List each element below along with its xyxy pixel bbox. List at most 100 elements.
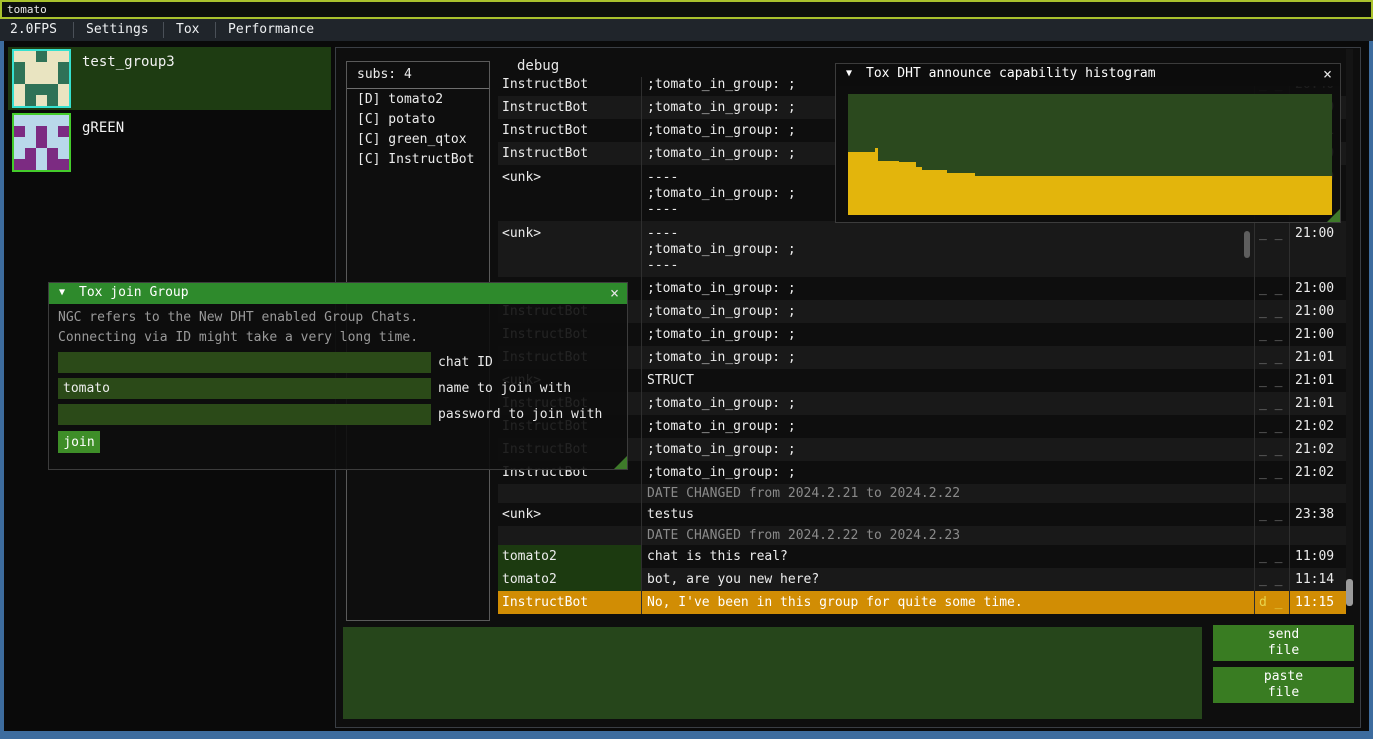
- avatar-pixel: [14, 159, 25, 170]
- histogram-bar: [922, 170, 948, 215]
- avatar-pixel: [47, 84, 58, 95]
- delivery-flags: _ _: [1254, 415, 1289, 438]
- timestamp: 21:01: [1289, 369, 1346, 392]
- join-password-label: password to join with: [438, 407, 602, 422]
- message-text: ;tomato_in_group: ;: [641, 392, 1254, 415]
- avatar-pixel: [25, 95, 36, 106]
- avatar-pixel: [58, 62, 69, 73]
- join-password-input[interactable]: [58, 404, 431, 425]
- close-icon[interactable]: ×: [610, 284, 619, 302]
- timestamp: 21:02: [1289, 438, 1346, 461]
- histogram-bar: [975, 176, 1332, 215]
- delivery-flags: _ _: [1254, 568, 1289, 591]
- join-info-line: Connecting via ID might take a very long…: [58, 330, 418, 345]
- message-cell-scrollbar-thumb[interactable]: [1244, 231, 1250, 258]
- avatar-pixel: [58, 84, 69, 95]
- message-text: DATE CHANGED from 2024.2.22 to 2024.2.23: [641, 526, 1254, 545]
- menu-bar: 2.0FPS Settings Tox Performance: [0, 19, 1373, 41]
- message-text: ;tomato_in_group: ;: [641, 300, 1254, 323]
- menu-item-2-0fps[interactable]: 2.0FPS: [10, 22, 57, 37]
- member-item: [C] potato: [357, 112, 435, 127]
- message-text: DATE CHANGED from 2024.2.21 to 2024.2.22: [641, 484, 1254, 503]
- avatar-pixel: [25, 62, 36, 73]
- close-icon[interactable]: ×: [1323, 65, 1332, 83]
- chat-title: debug: [517, 58, 559, 74]
- app-window: tomato 2.0FPS Settings Tox Performance test…: [0, 0, 1373, 739]
- group-item-test_group3[interactable]: test_group3: [8, 47, 331, 110]
- delivery-flags: _ _: [1254, 461, 1289, 484]
- delivery-flags: _ _: [1254, 300, 1289, 323]
- histogram-bar: [947, 173, 975, 215]
- delivery-flags: _ _: [1254, 221, 1289, 277]
- dht-histogram-titlebar[interactable]: ▼ Tox DHT announce capability histogram …: [836, 64, 1340, 86]
- send-file-button[interactable]: send file: [1213, 625, 1354, 661]
- menu-item-settings[interactable]: Settings: [86, 22, 149, 37]
- window-titlebar[interactable]: tomato: [0, 0, 1373, 19]
- message-row[interactable]: tomato2chat is this real?_ _11:09: [498, 545, 1346, 568]
- message-row[interactable]: tomato2bot, are you new here?_ _11:14: [498, 568, 1346, 591]
- resize-grip[interactable]: [1327, 209, 1340, 222]
- timestamp: 21:02: [1289, 415, 1346, 438]
- avatar-pixel: [36, 148, 47, 159]
- menu-item-performance[interactable]: Performance: [228, 22, 314, 37]
- sender-name: <unk>: [498, 503, 641, 526]
- histogram-bar: [848, 152, 875, 215]
- avatar-pixel: [25, 148, 36, 159]
- delivery-flags: _ _: [1254, 392, 1289, 415]
- avatar-pixel: [47, 95, 58, 106]
- collapse-icon[interactable]: ▼: [846, 68, 852, 79]
- delivery-flags: _ _: [1254, 369, 1289, 392]
- avatar-pixel: [36, 115, 47, 126]
- separator: [347, 88, 489, 89]
- chat-scrollbar-thumb[interactable]: [1346, 579, 1353, 606]
- avatar-pixel: [36, 73, 47, 84]
- menu-separator: [215, 22, 216, 38]
- date-changed-row: DATE CHANGED from 2024.2.22 to 2024.2.23: [498, 526, 1346, 545]
- message-row[interactable]: InstructBotNo, I've been in this group f…: [498, 591, 1346, 614]
- group-item-gREEN[interactable]: gREEN: [8, 113, 331, 173]
- menu-item-tox[interactable]: Tox: [176, 22, 199, 37]
- avatar-pixel: [47, 51, 58, 62]
- timestamp: 11:14: [1289, 568, 1346, 591]
- avatar-pixel: [14, 95, 25, 106]
- timestamp: 21:00: [1289, 221, 1346, 277]
- group-name: test_group3: [82, 54, 175, 70]
- avatar-pixel: [36, 51, 47, 62]
- delivery-flags: _ _: [1254, 503, 1289, 526]
- sender-name: InstructBot: [498, 96, 641, 119]
- avatar-pixel: [14, 51, 25, 62]
- sender-name: InstructBot: [498, 142, 641, 165]
- avatar-pixel: [36, 126, 47, 137]
- avatar-pixel: [47, 159, 58, 170]
- group-avatar: [12, 113, 71, 172]
- message-row[interactable]: <unk>testus_ _23:38: [498, 503, 1346, 526]
- timestamp: 11:09: [1289, 545, 1346, 568]
- chat-id-label: chat ID: [438, 355, 493, 370]
- paste-file-button[interactable]: paste file: [1213, 667, 1354, 703]
- timestamp: 21:01: [1289, 392, 1346, 415]
- message-input[interactable]: [343, 627, 1202, 719]
- date-changed-row: DATE CHANGED from 2024.2.21 to 2024.2.22: [498, 484, 1346, 503]
- sender-name: InstructBot: [498, 119, 641, 142]
- delivery-flags: [1254, 484, 1289, 503]
- join-button[interactable]: join: [58, 431, 100, 453]
- message-text: ;tomato_in_group: ;: [641, 415, 1254, 438]
- timestamp: 23:38: [1289, 503, 1346, 526]
- avatar-pixel: [47, 115, 58, 126]
- menu-separator: [163, 22, 164, 38]
- avatar-pixel: [25, 137, 36, 148]
- column-separator: [641, 77, 642, 614]
- chat-id-input[interactable]: [58, 352, 431, 373]
- message-row[interactable]: <unk>---- ;tomato_in_group: ; ----_ _21:…: [498, 221, 1346, 277]
- collapse-icon[interactable]: ▼: [59, 287, 65, 298]
- member-item: [D] tomato2: [357, 92, 443, 107]
- avatar-pixel: [14, 62, 25, 73]
- join-group-window: ▼ Tox join Group × NGC refers to the New…: [48, 282, 628, 470]
- group-avatar: [12, 49, 71, 108]
- join-name-input[interactable]: [58, 378, 431, 399]
- avatar-pixel: [47, 73, 58, 84]
- avatar-pixel: [36, 95, 47, 106]
- join-group-titlebar[interactable]: ▼ Tox join Group ×: [49, 283, 627, 304]
- resize-grip[interactable]: [614, 456, 627, 469]
- chat-scrollbar-track[interactable]: [1346, 49, 1353, 585]
